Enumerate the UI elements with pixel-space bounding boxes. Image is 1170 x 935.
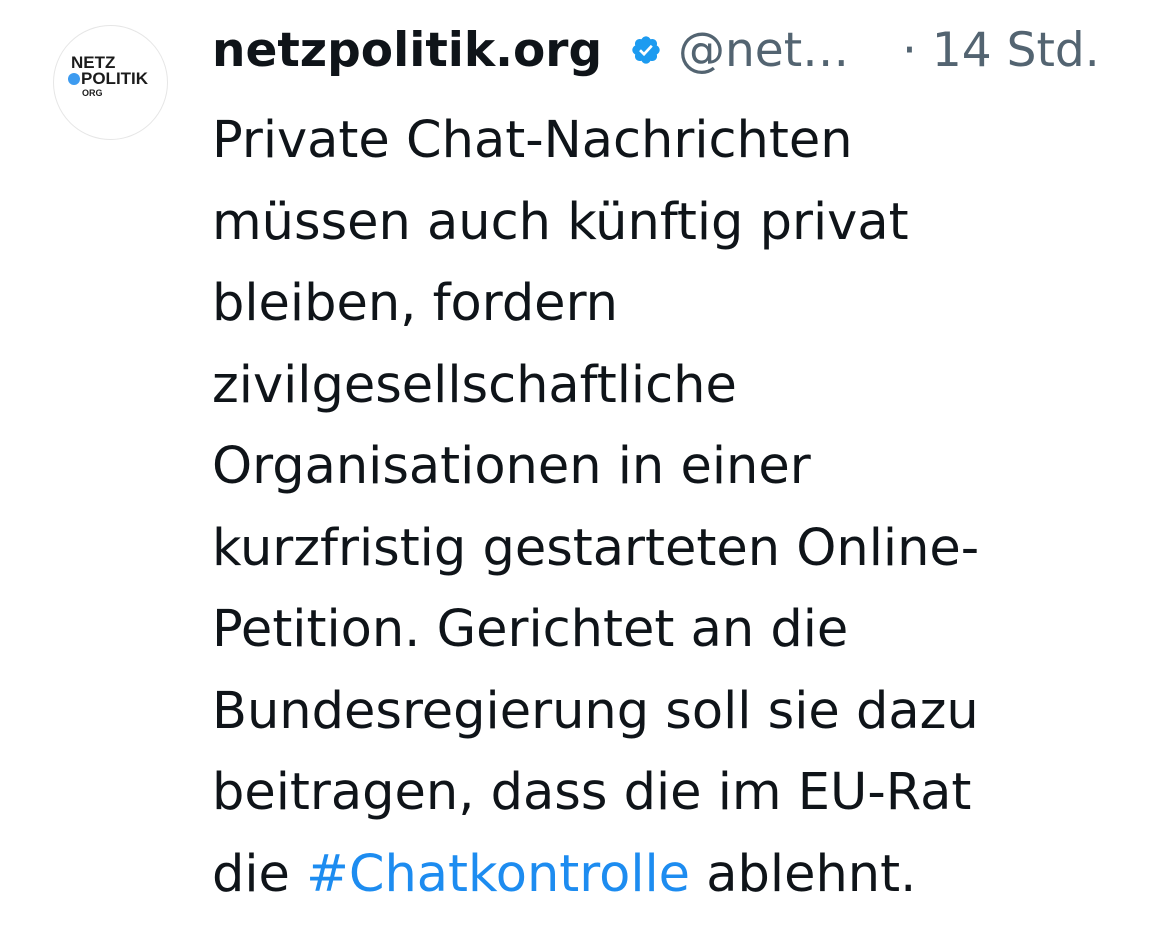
post-text-line: kurzfristig gestarteten Online- bbox=[212, 518, 980, 578]
hashtag-link[interactable]: #Chatkontrolle bbox=[306, 845, 690, 904]
post-timestamp[interactable]: · 14 Std. bbox=[902, 20, 1100, 82]
logo-dot-icon bbox=[68, 73, 80, 85]
post-text-line: beitragen, dass die im EU-Rat bbox=[212, 763, 972, 822]
author-handle[interactable]: @net… bbox=[678, 20, 849, 82]
post-text-line: bleiben, fordern bbox=[212, 274, 618, 333]
logo-line-politik: POLITIK bbox=[68, 70, 148, 87]
logo-politik-text: POLITIK bbox=[81, 69, 149, 88]
post-text-line: die #Chatkontrolle ablehnt. bbox=[212, 844, 917, 904]
post-text-line: Private Chat-Nachrichten bbox=[212, 111, 853, 170]
post-text-line: zivilgesellschaftliche bbox=[212, 355, 737, 415]
post-text-line: müssen auch künftig privat bbox=[212, 192, 909, 252]
author-name[interactable]: netzpolitik.org bbox=[212, 20, 602, 82]
avatar[interactable]: NETZ POLITIK ORG bbox=[53, 25, 168, 140]
post: NETZ POLITIK ORG netzpolitik.org @net… ·… bbox=[0, 0, 1170, 935]
post-text-line: Organisationen in einer bbox=[212, 437, 811, 496]
post-text-line: Petition. Gerichtet an die bbox=[212, 600, 849, 659]
post-header: netzpolitik.org @net… · 14 Std. bbox=[212, 20, 1152, 82]
logo-line-org: ORG bbox=[82, 88, 103, 98]
verified-badge-icon bbox=[632, 36, 660, 64]
netzpolitik-logo: NETZ POLITIK ORG bbox=[68, 54, 158, 114]
post-text-line: Bundesregierung soll sie dazu bbox=[212, 681, 979, 741]
post-text: Private Chat-Nachrichten müssen auch kün… bbox=[212, 100, 1112, 915]
